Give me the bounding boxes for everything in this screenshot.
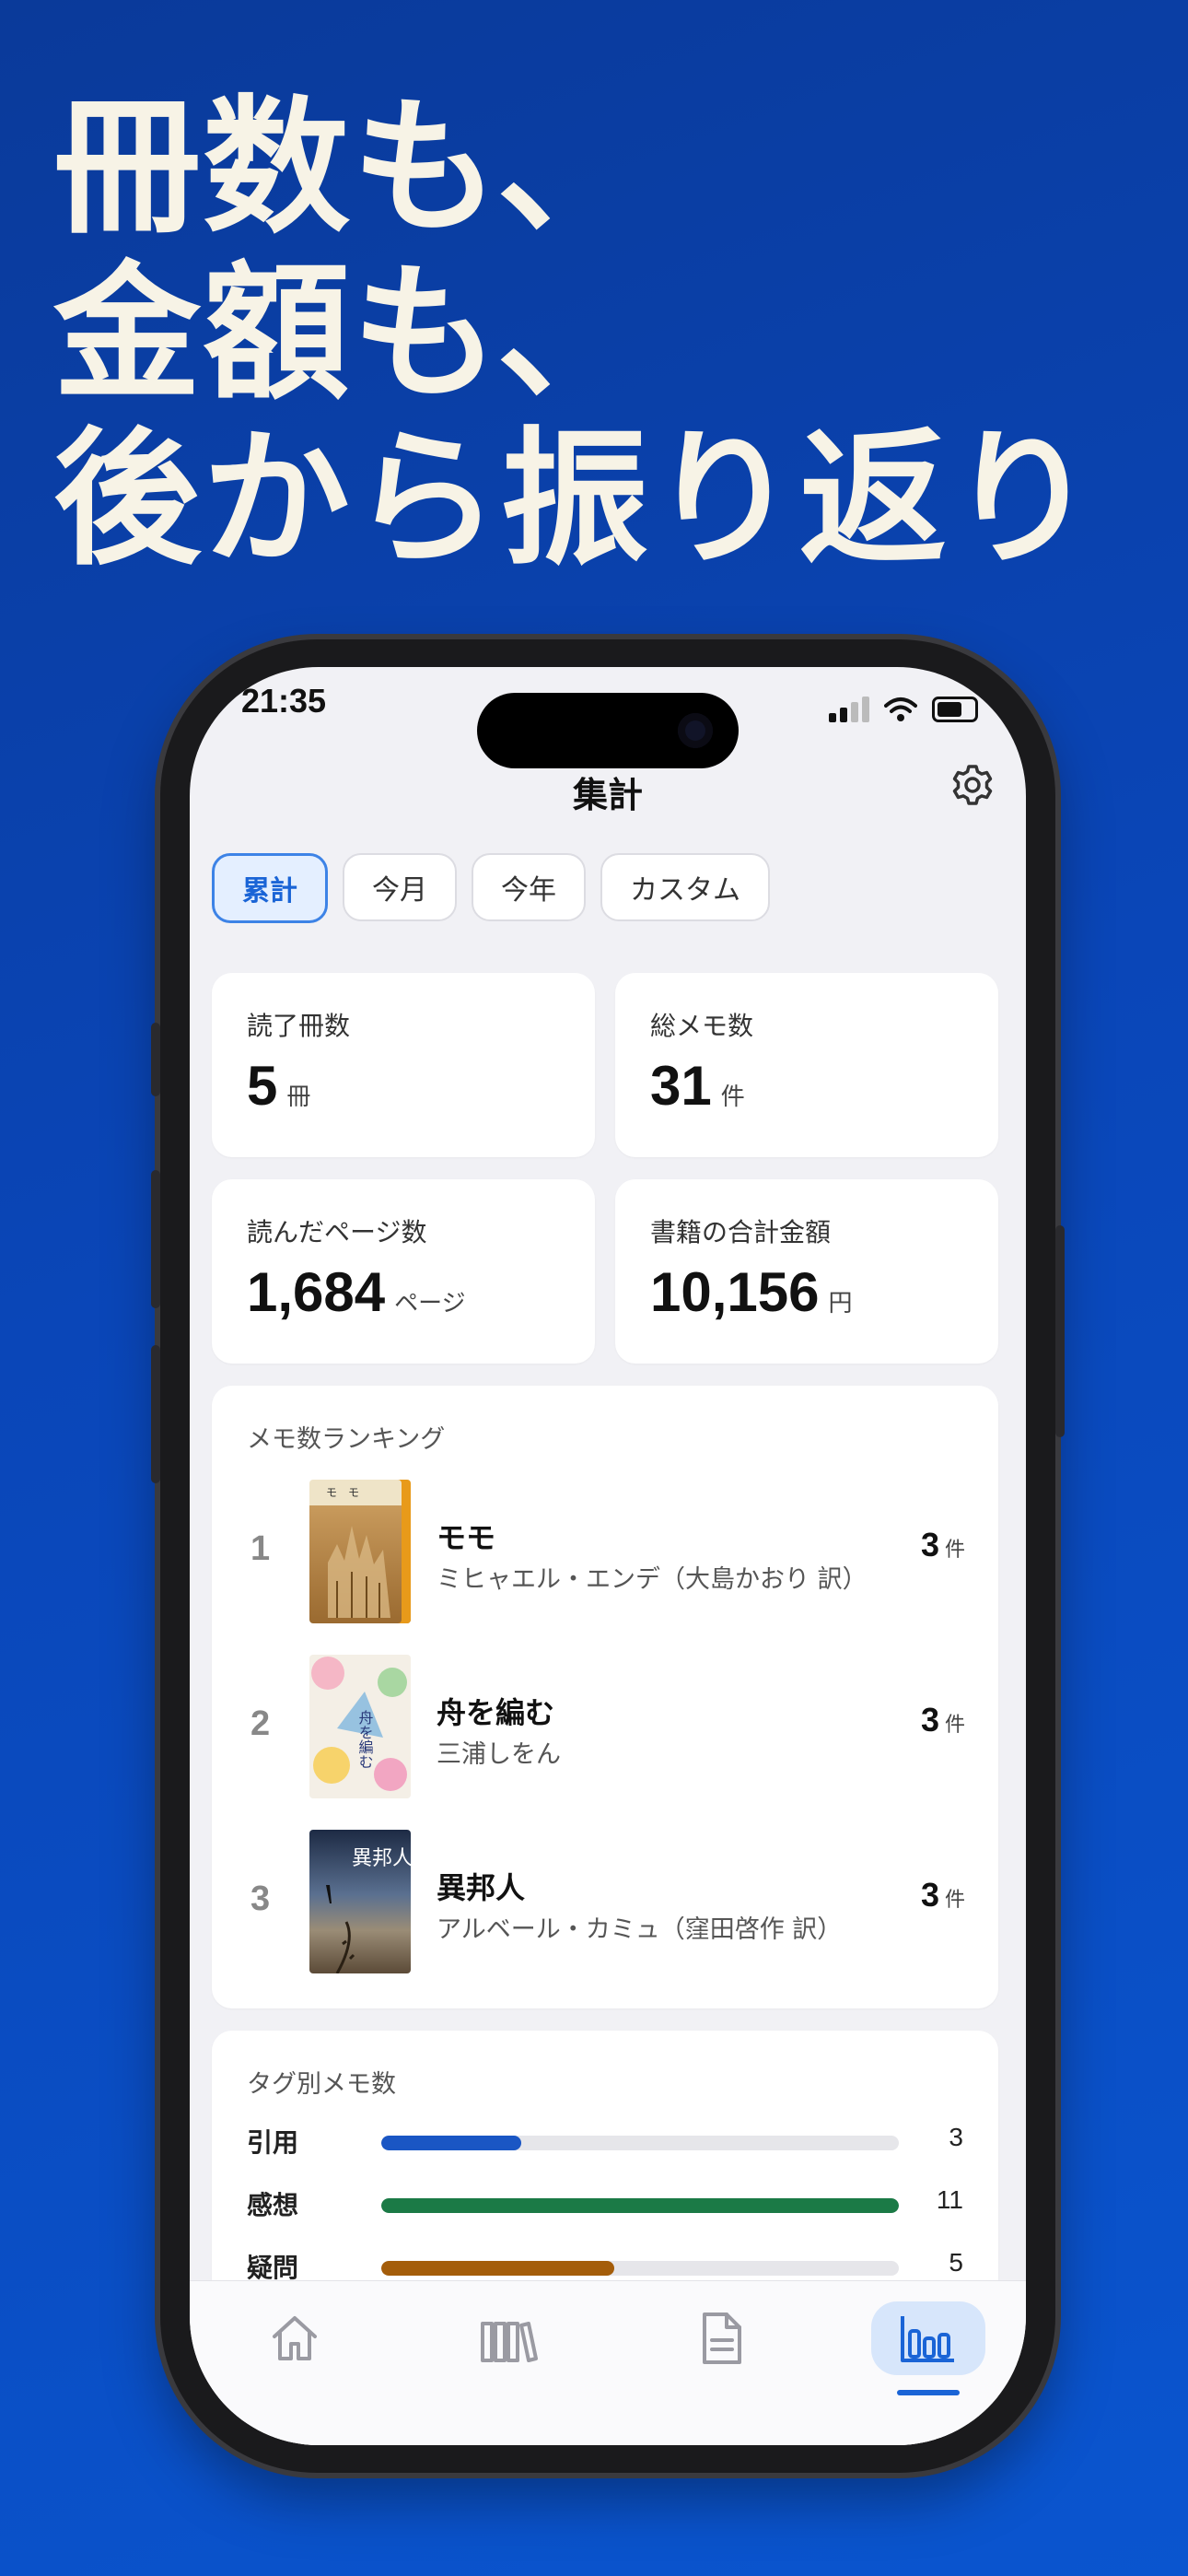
memo-count-number: 3 — [920, 1876, 939, 1914]
tab-memos[interactable] — [667, 2301, 777, 2375]
headline-line-3: 後から振り返り — [53, 413, 1099, 585]
book-title: モモ — [437, 1520, 496, 1555]
rank-number: 3 — [250, 1879, 271, 1918]
gear-icon[interactable] — [950, 763, 995, 807]
book-author: 三浦しをん — [437, 1740, 561, 1769]
tab-stats[interactable] — [871, 2301, 985, 2375]
memo-count: 3 件 — [921, 1876, 965, 1914]
books-read-value: 5 冊 — [247, 1054, 310, 1118]
total-price-label: 書籍の合計金額 — [650, 1217, 832, 1247]
total-memos-number: 31 — [650, 1055, 712, 1117]
pages-read-card: 読んだページ数 1,684 ページ — [212, 1179, 595, 1364]
tab-home[interactable] — [239, 2301, 350, 2375]
tag-row[interactable]: 感想 11 — [247, 2185, 963, 2222]
document-icon — [703, 2313, 741, 2364]
segment-custom[interactable]: カスタム — [600, 853, 770, 921]
action-button — [151, 1023, 160, 1096]
tags-title: タグ別メモ数 — [247, 2070, 396, 2099]
tag-bar-fill — [381, 2198, 899, 2213]
phone-screen: 21:35 集計 累計 今月 今年 カスタム 読了冊数 5 冊 総メモ数 31 … — [190, 667, 1026, 2445]
books-read-label: 読了冊数 — [247, 1011, 351, 1041]
memo-count-number: 3 — [920, 1701, 939, 1739]
tag-name: 引用 — [247, 2127, 299, 2158]
power-button — [1055, 1225, 1065, 1437]
camera-icon — [678, 713, 713, 748]
book-title: 異邦人 — [437, 1870, 526, 1905]
svg-text:舟を編む: 舟を編む — [356, 1710, 374, 1769]
tab-bar — [190, 2280, 1026, 2445]
book-cover-fune: 舟を編む — [309, 1655, 411, 1798]
segment-this-month[interactable]: 今月 — [343, 853, 457, 921]
book-title: 舟を編む — [437, 1695, 555, 1730]
volume-up-button — [151, 1170, 160, 1308]
headline-line-2: 金額も、 — [53, 247, 646, 419]
total-memos-value: 31 件 — [650, 1054, 745, 1118]
books-read-card: 読了冊数 5 冊 — [212, 973, 595, 1157]
total-price-number: 10,156 — [650, 1261, 820, 1323]
svg-text:モ モ: モ モ — [326, 1486, 359, 1499]
memo-count-number: 3 — [920, 1526, 939, 1563]
segment-this-year[interactable]: 今年 — [472, 853, 586, 921]
tag-bar-track — [381, 2198, 899, 2213]
bookshelf-icon — [481, 2322, 538, 2362]
total-memos-unit: 件 — [720, 1083, 745, 1111]
tag-bar-track — [381, 2261, 899, 2276]
home-icon — [273, 2316, 317, 2360]
memo-count-unit: 件 — [944, 1714, 965, 1737]
battery-icon — [932, 697, 978, 722]
rank-number: 1 — [250, 1529, 271, 1568]
active-tab-indicator — [897, 2390, 960, 2395]
tag-bar-fill — [381, 2136, 521, 2150]
tag-row[interactable]: 疑問 5 — [247, 2248, 963, 2285]
total-memos-card: 総メモ数 31 件 — [615, 973, 998, 1157]
book-author: ミヒャエル・エンデ（大島かおり 訳） — [437, 1565, 868, 1594]
memo-count: 3 件 — [921, 1526, 965, 1564]
tab-bookshelf[interactable] — [453, 2301, 564, 2375]
memo-count-unit: 件 — [944, 1889, 965, 1912]
book-cover-momo: モ モ — [309, 1480, 411, 1623]
book-author: アルベール・カミュ（窪田啓作 訳） — [437, 1915, 843, 1944]
tag-name: 疑問 — [247, 2253, 299, 2283]
list-item[interactable]: 1 モ モ モモ ミヒャエル・エンデ（大島かおり 訳） 3 件 — [212, 1480, 998, 1627]
book-cover-ihoujin: 異邦人 — [309, 1830, 411, 1973]
total-price-unit: 円 — [828, 1290, 853, 1317]
list-item[interactable]: 3 異邦人 異邦人 アルベール・カミュ（窪田啓作 訳） 3 件 — [212, 1830, 998, 1977]
dynamic-island — [477, 693, 739, 768]
list-item[interactable]: 2 舟を編む 舟を編む 三浦しをん 3 件 — [212, 1655, 998, 1802]
memo-ranking-card: メモ数ランキング 1 モ モ モモ ミヒャエル・エンデ（大島かおり 訳） 3 件… — [212, 1386, 998, 2008]
status-time: 21:35 — [241, 682, 327, 720]
tag-bar-track — [381, 2136, 899, 2150]
ranking-title: メモ数ランキング — [247, 1425, 446, 1454]
rank-number: 2 — [250, 1704, 271, 1743]
headline: 冊数も、 金額も、 後から振り返り — [53, 85, 1098, 582]
memo-count: 3 件 — [921, 1701, 965, 1739]
books-read-unit: 冊 — [286, 1083, 311, 1111]
volume-down-button — [151, 1345, 160, 1483]
signal-icon — [829, 697, 869, 722]
period-filter: 累計 今月 今年 カスタム — [212, 853, 770, 923]
books-read-number: 5 — [247, 1055, 278, 1117]
pages-read-label: 読んだページ数 — [247, 1217, 427, 1247]
total-memos-label: 総メモ数 — [650, 1011, 754, 1041]
pages-read-number: 1,684 — [247, 1261, 386, 1323]
wifi-icon — [884, 697, 917, 721]
status-icons — [829, 689, 978, 722]
pages-read-unit: ページ — [394, 1290, 466, 1317]
chart-icon — [901, 2316, 954, 2362]
tag-count: 11 — [936, 2185, 963, 2214]
svg-text:異邦人: 異邦人 — [352, 1847, 411, 1870]
tag-bar-fill — [381, 2261, 614, 2276]
tag-count: 3 — [949, 2123, 963, 2151]
tag-row[interactable]: 引用 3 — [247, 2123, 963, 2160]
page-title: 集計 — [572, 775, 643, 815]
tag-name: 感想 — [247, 2190, 299, 2220]
total-price-card: 書籍の合計金額 10,156 円 — [615, 1179, 998, 1364]
pages-read-value: 1,684 ページ — [247, 1260, 466, 1324]
segment-cumulative[interactable]: 累計 — [212, 853, 328, 923]
tag-count: 5 — [949, 2248, 963, 2277]
headline-line-1: 冊数も、 — [53, 81, 646, 253]
memo-count-unit: 件 — [944, 1539, 965, 1562]
total-price-value: 10,156 円 — [650, 1260, 853, 1324]
